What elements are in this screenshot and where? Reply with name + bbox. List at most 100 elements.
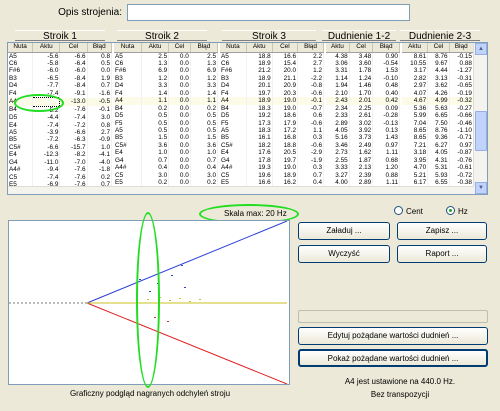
table-cell[interactable]: 0.2	[87, 173, 113, 182]
table-cell[interactable]: 6.27	[427, 141, 450, 150]
table-row[interactable]: F#6 21.2 20.0 1.2	[220, 67, 324, 75]
table-cell[interactable]: 0.3	[297, 134, 324, 142]
table-cell[interactable]: 4.70	[402, 164, 429, 172]
opis-input[interactable]	[127, 4, 410, 21]
table-cell[interactable]: -6.6	[32, 143, 61, 152]
table-cell[interactable]: 0.0	[168, 52, 191, 60]
table-cell[interactable]: 0.0	[168, 171, 191, 180]
table-cell[interactable]: 1.53	[372, 67, 400, 75]
table-cell[interactable]: 0.7	[87, 82, 113, 90]
table-row[interactable]: 2.43 2.01 0.42	[326, 97, 400, 105]
table-cell[interactable]: G4	[114, 156, 142, 165]
table-cell[interactable]: -1.8	[87, 166, 113, 174]
table-cell[interactable]: -9.1	[59, 89, 88, 98]
table-cell[interactable]: D5	[8, 114, 34, 122]
table-cell[interactable]: -1.27	[449, 67, 475, 75]
table-cell[interactable]: 0.0	[168, 89, 191, 98]
table-cell[interactable]: 4.38	[326, 52, 350, 60]
table-cell[interactable]: -0.65	[449, 82, 475, 90]
table-row[interactable]: 3.95 4.31 -0.76	[402, 156, 475, 165]
table-row[interactable]: 2.55 1.87 0.68	[326, 156, 400, 165]
table-cell[interactable]: 0.2	[190, 104, 219, 113]
table-cell[interactable]: 2.39	[349, 171, 374, 180]
table-cell[interactable]: B4	[114, 104, 142, 113]
save-button[interactable]: Zapisz ...	[397, 222, 487, 240]
table-cell[interactable]: 0.0	[168, 164, 191, 172]
table-cell[interactable]: D4	[220, 82, 247, 90]
table-cell[interactable]: -2.9	[297, 149, 324, 157]
table-cell[interactable]: 3.02	[349, 119, 374, 128]
table-cell[interactable]: 0.90	[372, 52, 400, 60]
table-cell[interactable]: 8.76	[427, 127, 450, 135]
table-cell[interactable]: -5.8	[32, 59, 61, 68]
table-cell[interactable]: 16.1	[246, 134, 273, 142]
table-cell[interactable]: -7.4	[32, 173, 61, 182]
table-cell[interactable]: 2.25	[349, 104, 374, 113]
table-cell[interactable]: 1.11	[372, 149, 400, 157]
table-row[interactable]: 3.46 2.49 0.97	[326, 141, 400, 150]
table-row[interactable]: 5.36 5.63 -0.27	[402, 104, 475, 113]
table-cell[interactable]: 0.0	[87, 67, 113, 75]
table-cell[interactable]: 20.3	[272, 89, 299, 98]
radio-cent-dot[interactable]	[394, 206, 403, 215]
table-cell[interactable]: 0.8	[87, 52, 113, 60]
table-cell[interactable]: C6	[114, 59, 142, 68]
table-row[interactable]: 2.89 3.02 -0.13	[326, 119, 400, 128]
table-cell[interactable]: 2.7	[297, 59, 324, 68]
table-cell[interactable]: -4.0	[87, 158, 113, 167]
table-cell[interactable]: -1.9	[297, 156, 324, 165]
table-cell[interactable]: 1.78	[349, 67, 374, 75]
table-cell[interactable]: 3.6	[190, 141, 219, 150]
table-row[interactable]: 4.70 5.31 -0.61	[402, 164, 475, 172]
table-row[interactable]: F5 17.3 17.9 -0.6	[220, 119, 324, 128]
table-cell[interactable]: A5	[8, 129, 34, 137]
column-header[interactable]: Błąd	[449, 43, 475, 53]
table-row[interactable]: A5 0.5 0.0 0.5	[114, 127, 219, 135]
column-header[interactable]: Cel	[427, 43, 450, 53]
table-cell[interactable]: C5#	[220, 141, 247, 150]
table-cell[interactable]: -0.32	[449, 97, 475, 105]
table-cell[interactable]: 3.73	[349, 134, 374, 142]
table-cell[interactable]: 2.49	[349, 141, 374, 150]
table-cell[interactable]: -0.87	[449, 149, 475, 157]
table-cell[interactable]: -1.10	[449, 127, 475, 135]
table-cell[interactable]: 3.3	[190, 82, 219, 90]
table-cell[interactable]: 20.0	[272, 67, 299, 75]
table-cell[interactable]: -7.7	[32, 82, 61, 90]
table-cell[interactable]: 4.31	[427, 156, 450, 165]
table-cell[interactable]: 0.88	[449, 59, 475, 68]
table-row[interactable]: E4 17.6 20.5 -2.9	[220, 149, 324, 157]
report-button[interactable]: Raport ...	[397, 245, 487, 263]
table-row[interactable]: 1.94 1.46 0.48	[326, 82, 400, 90]
table-cell[interactable]: 0.7	[141, 156, 170, 165]
table-row[interactable]: A5 -3.9 -6.6 2.7	[8, 129, 113, 137]
table-cell[interactable]: 19.3	[246, 164, 273, 172]
table-row[interactable]: E4 -7.4 -7.2 0.8	[8, 121, 113, 130]
table-cell[interactable]: 0.5	[141, 127, 170, 135]
table-cell[interactable]: 2.89	[326, 119, 350, 128]
table-cell[interactable]: C5	[114, 171, 142, 180]
table-row[interactable]: C6 18.9 15.4 2.7	[220, 59, 324, 68]
table-cell[interactable]: A5	[114, 52, 142, 60]
table-row[interactable]: C6 1.3 0.0 1.3	[114, 59, 219, 68]
table-row[interactable]: 3.06 3.60 -0.54	[326, 59, 400, 68]
table-cell[interactable]: D5	[220, 112, 247, 120]
table-cell[interactable]: 0.5	[190, 127, 219, 135]
table-cell[interactable]: 8.61	[402, 52, 429, 60]
table-row[interactable]: D5 -4.4 -7.4 3.0	[8, 114, 113, 122]
table-cell[interactable]: 4.07	[402, 89, 429, 98]
table-cell[interactable]: 0.0	[168, 104, 191, 113]
table-cell[interactable]: -0.76	[449, 156, 475, 165]
table-cell[interactable]: 0.6	[297, 112, 324, 120]
table-cell[interactable]: -0.54	[372, 59, 400, 68]
table-row[interactable]: 2.33 2.61 -0.28	[326, 112, 400, 120]
table-row[interactable]: A5 2.5 0.0 2.5	[114, 52, 219, 60]
table-cell[interactable]: 5.21	[402, 171, 429, 180]
table-cell[interactable]: 17.6	[246, 149, 273, 157]
table-cell[interactable]: 0.0	[168, 149, 191, 157]
column-header[interactable]: Nuta	[220, 43, 247, 53]
edit-beats-button[interactable]: Edytuj pożądane wartości dudnień ...	[298, 327, 488, 345]
table-cell[interactable]: 4.44	[427, 67, 450, 75]
table-row[interactable]: C5 -7.4 -7.6 0.2	[8, 173, 113, 182]
table-cell[interactable]: 2.33	[326, 112, 350, 120]
